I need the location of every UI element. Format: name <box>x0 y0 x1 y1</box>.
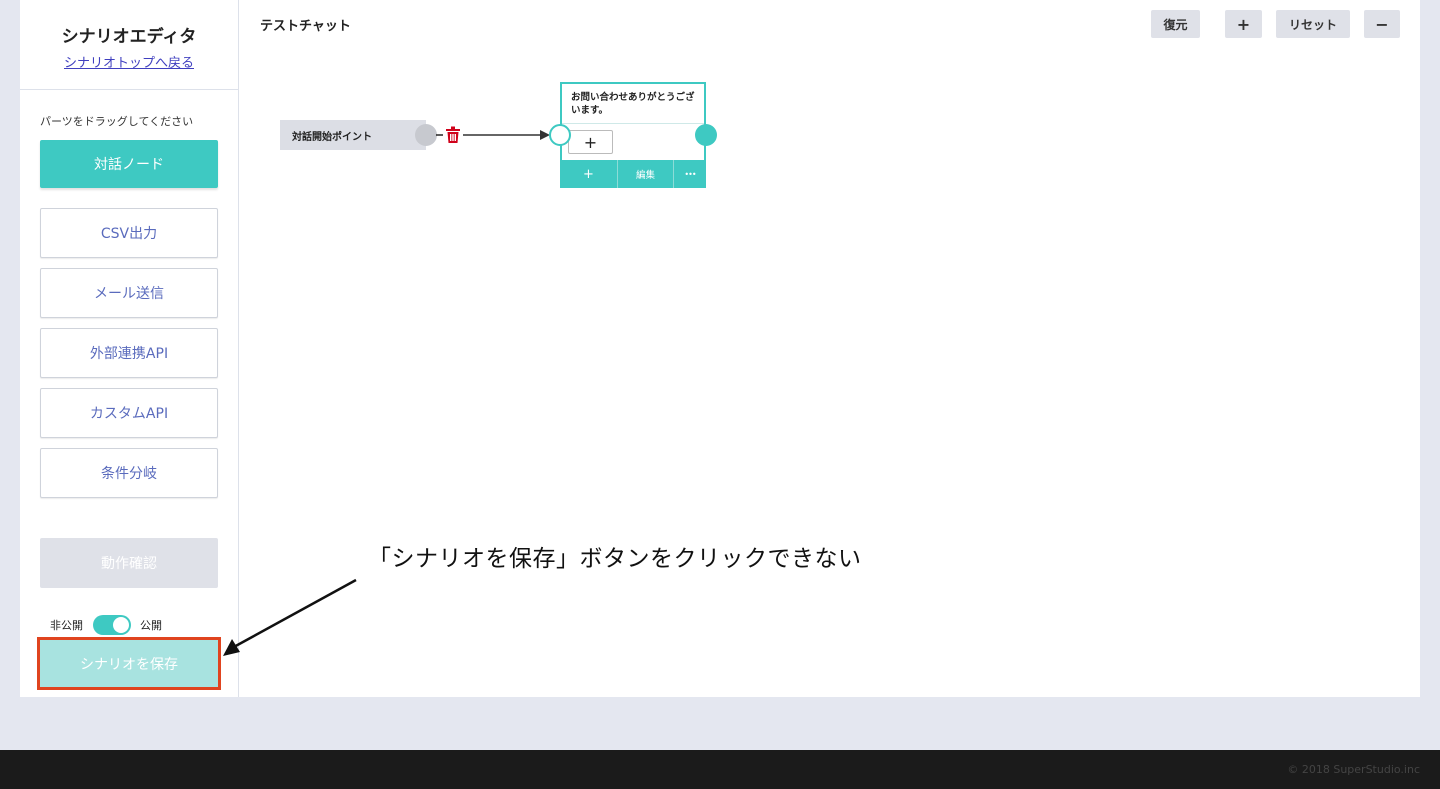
zoom-in-button[interactable]: + <box>1225 10 1262 38</box>
dialog-node-add-choice-button[interactable]: + <box>568 130 613 154</box>
copyright-text: © 2018 SuperStudio.inc <box>1287 763 1420 776</box>
restore-button[interactable]: 復元 <box>1151 10 1200 38</box>
dialog-node-text: お問い合わせありがとうございます。 <box>562 84 704 124</box>
footer: © 2018 SuperStudio.inc <box>0 750 1440 789</box>
dialog-node-output-port[interactable] <box>695 124 717 146</box>
dialog-node-edit-button[interactable]: 編集 <box>618 160 674 188</box>
editor-panel: シナリオエディタ シナリオトップへ戻る パーツをドラッグしてください 対話ノード… <box>20 0 1420 697</box>
dialog-node-input-port[interactable] <box>549 124 571 146</box>
zoom-out-button[interactable]: − <box>1364 10 1400 38</box>
annotation-text: 「シナリオを保存」ボタンをクリックできない <box>368 546 862 572</box>
annotation-arrow-icon <box>223 578 357 656</box>
dialog-node-footer: + 編集 ••• <box>560 160 706 188</box>
dialog-node-more-button[interactable]: ••• <box>674 160 706 188</box>
dialog-node[interactable]: お問い合わせありがとうございます。 + + 編集 ••• <box>560 82 706 188</box>
dialog-node-add-button[interactable]: + <box>560 160 618 188</box>
reset-button[interactable]: リセット <box>1276 10 1350 38</box>
